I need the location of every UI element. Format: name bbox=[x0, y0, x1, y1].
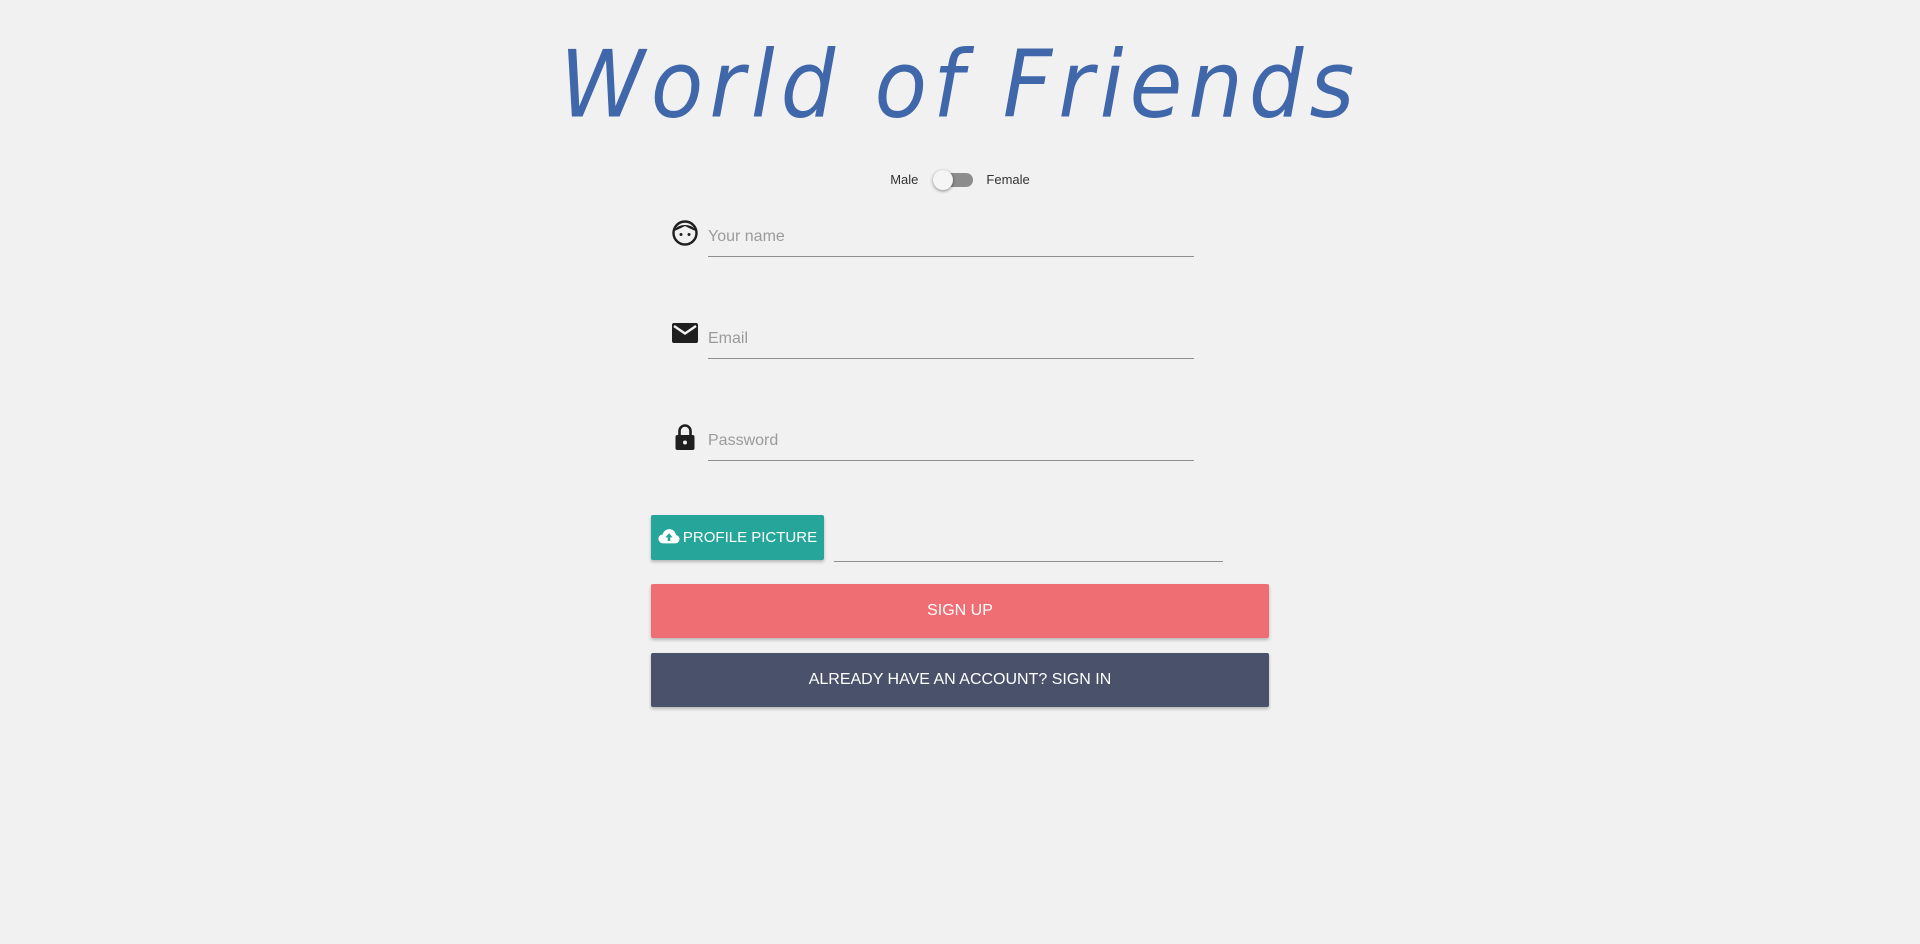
password-input[interactable] bbox=[708, 422, 1194, 461]
profile-picture-button[interactable]: PROFILE PICTURE bbox=[651, 515, 824, 560]
name-input[interactable] bbox=[708, 218, 1194, 257]
email-input[interactable] bbox=[708, 320, 1194, 359]
name-field bbox=[670, 218, 1194, 264]
mail-icon bbox=[672, 323, 698, 343]
email-field bbox=[670, 320, 1194, 366]
lock-icon bbox=[675, 424, 695, 450]
gender-switch: Male Female bbox=[0, 169, 1920, 190]
gender-toggle[interactable] bbox=[933, 169, 974, 190]
file-path-input[interactable] bbox=[834, 516, 1223, 562]
app-title: World of Friends bbox=[559, 30, 1361, 139]
profile-picture-label: PROFILE PICTURE bbox=[682, 529, 818, 546]
signup-page: World of Friends Male Female Your name E… bbox=[0, 0, 1920, 944]
gender-male-label: Male bbox=[890, 172, 919, 187]
sign-in-button[interactable]: ALREADY HAVE AN ACCOUNT? SIGN IN bbox=[651, 653, 1269, 707]
face-icon bbox=[672, 220, 698, 246]
password-field bbox=[670, 422, 1194, 468]
sign-up-button[interactable]: SIGN UP bbox=[651, 584, 1269, 638]
gender-toggle-knob[interactable] bbox=[933, 169, 954, 190]
gender-female-label: Female bbox=[986, 172, 1030, 187]
cloud-upload-icon bbox=[658, 528, 680, 543]
